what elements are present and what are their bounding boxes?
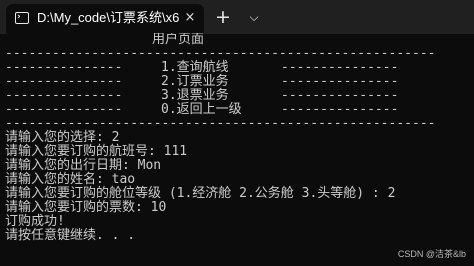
- terminal-window: › D:\My_code\订票系统\x6 × + ⌵ 用户页面 --------…: [0, 0, 474, 266]
- terminal-icon: ›: [15, 12, 29, 24]
- menu-dashes-left: ---------------: [5, 88, 123, 103]
- terminal-line: 订购成功!: [5, 214, 65, 229]
- menu-dashes-right: ---------------: [281, 74, 399, 89]
- menu-dashes-right: ---------------: [281, 88, 399, 103]
- separator-bottom: ----------------------------------------…: [5, 116, 436, 131]
- menu-dashes-left: ---------------: [5, 102, 123, 117]
- terminal-line: 请输入您要订购的航班号: 111: [5, 144, 188, 159]
- terminal-line: 请输入您的选择: 2: [5, 130, 120, 145]
- prompt-glyph: ›: [17, 12, 21, 22]
- menu-header: 用户页面: [152, 33, 205, 47]
- chevron-down-icon[interactable]: ⌵: [243, 7, 265, 27]
- watermark: CSDN @洁茶&lb: [397, 249, 466, 259]
- tab-title: D:\My_code\订票系统\x6: [37, 10, 180, 25]
- terminal-line: 请按任意键继续. . .: [5, 228, 136, 243]
- separator-top: ----------------------------------------…: [5, 46, 436, 61]
- menu-dashes-right: ---------------: [281, 60, 399, 75]
- terminal-line: 请输入您的姓名: tao: [5, 172, 136, 187]
- active-tab[interactable]: › D:\My_code\订票系统\x6 ×: [6, 4, 204, 34]
- menu-dashes-left: ---------------: [5, 74, 123, 89]
- menu-dashes-right: ---------------: [281, 102, 399, 117]
- menu-item: 0.返回上一级: [161, 102, 242, 117]
- terminal-line: 请输入您的出行日期: Mon: [5, 158, 162, 173]
- terminal-line: 请输入您要订购的票数: 10: [5, 200, 167, 215]
- title-bar: › D:\My_code\订票系统\x6 × + ⌵: [0, 0, 474, 34]
- terminal-output[interactable]: 用户页面 -----------------------------------…: [5, 33, 473, 266]
- menu-item: 1.查询航线: [161, 60, 229, 75]
- terminal-line: 请输入您要订购的舱位等级 (1.经济舱 2.公务舱 3.头等舱) : 2: [5, 186, 396, 201]
- menu-item: 2.订票业务: [161, 74, 229, 89]
- close-tab-icon[interactable]: ×: [182, 10, 198, 26]
- menu-item: 3.退票业务: [161, 88, 229, 103]
- menu-dashes-left: ---------------: [5, 60, 123, 75]
- new-tab-icon[interactable]: +: [212, 6, 234, 28]
